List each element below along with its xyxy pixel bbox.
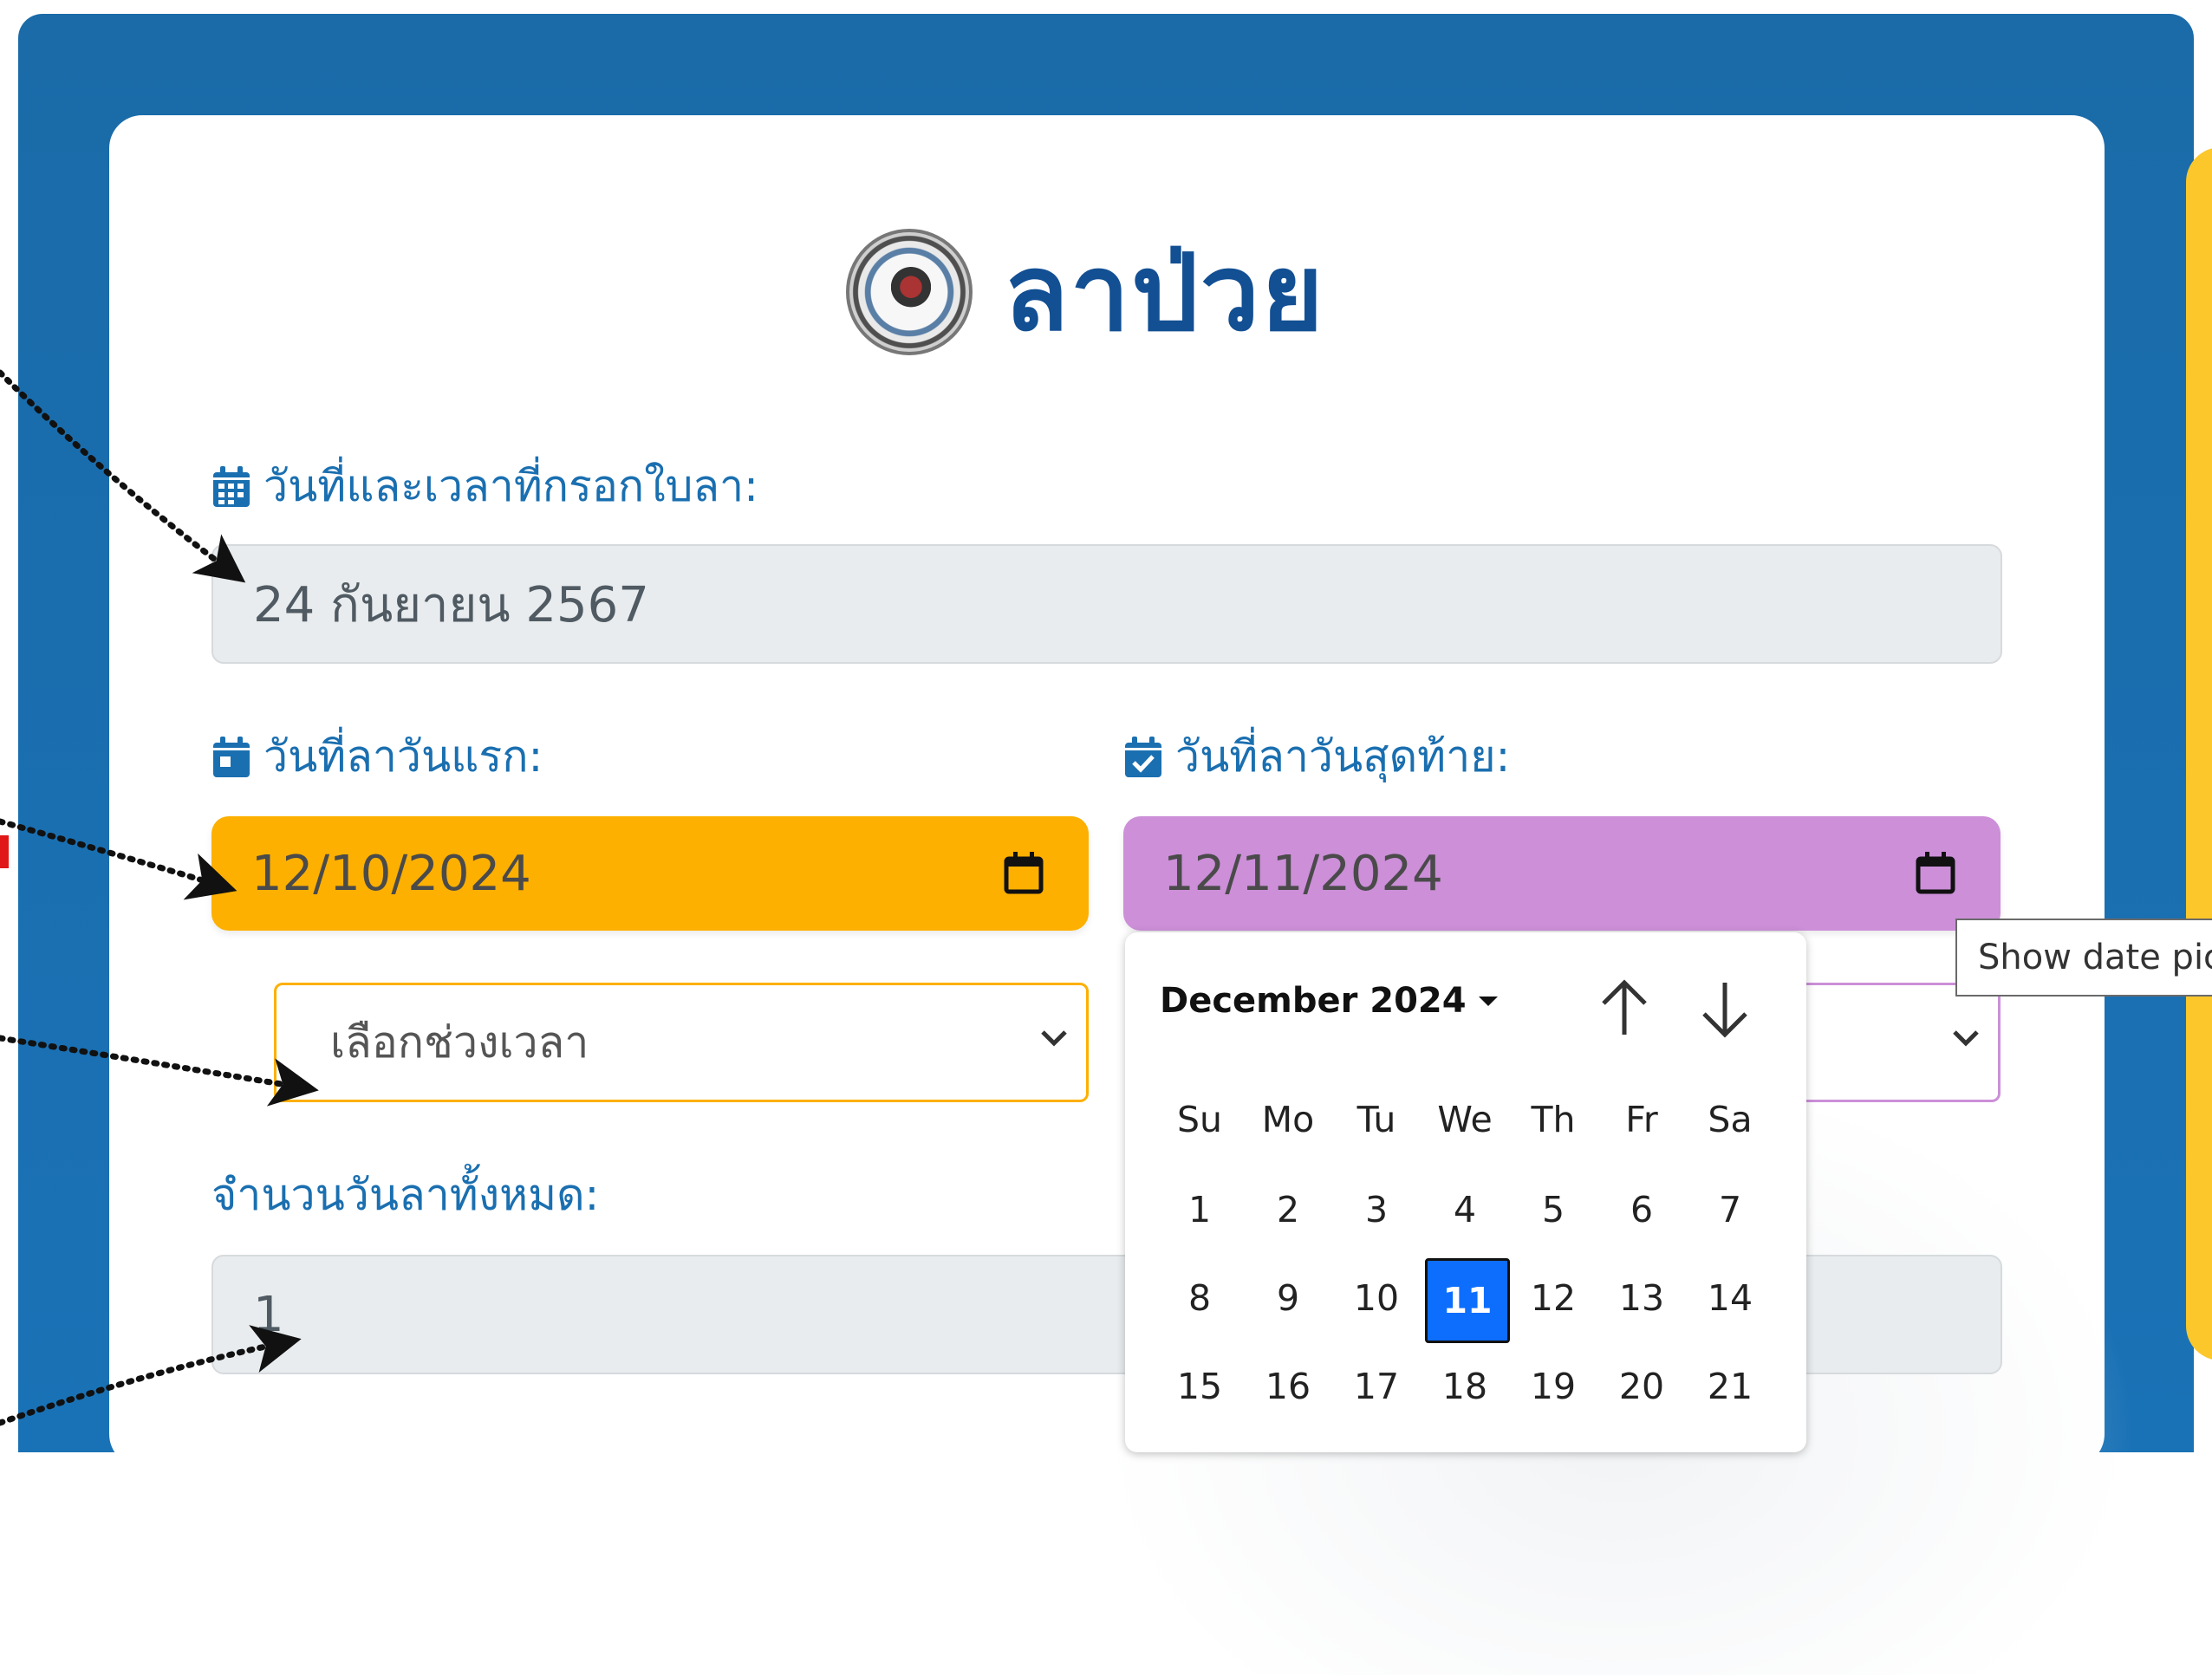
organization-seal-logo: [846, 229, 973, 355]
day-cell[interactable]: 9: [1248, 1258, 1328, 1338]
day-cell[interactable]: 4: [1425, 1170, 1505, 1250]
day-cell[interactable]: 14: [1690, 1258, 1770, 1338]
submit-date-label-text: วันที่และเวลาที่กรอกใบลา:: [263, 461, 758, 511]
end-date-label-text: วันที่ลาวันสุดท้าย:: [1175, 731, 1511, 782]
day-cell[interactable]: 13: [1602, 1258, 1682, 1338]
day-cell[interactable]: 3: [1337, 1170, 1416, 1250]
day-cell[interactable]: 15: [1160, 1347, 1239, 1426]
submit-date-value: 24 กันยายน 2567: [253, 576, 649, 633]
day-cell[interactable]: 7: [1690, 1170, 1770, 1250]
total-days-value: 1: [253, 1286, 284, 1343]
chevron-down-icon: [1953, 1030, 1979, 1047]
month-year-label: December 2024: [1160, 981, 1467, 1021]
start-date-input[interactable]: 12/10/2024: [211, 816, 1089, 931]
day-cell[interactable]: 16: [1248, 1347, 1328, 1426]
month-year-dropdown[interactable]: December 2024: [1160, 981, 1498, 1021]
day-cell-selected[interactable]: 11: [1425, 1258, 1510, 1343]
arrow-down-icon[interactable]: [1697, 977, 1753, 1040]
total-days-label: จำนวนวันลาทั้งหมด:: [211, 1161, 599, 1230]
start-time-period-placeholder: เลือกช่วงเวลา: [330, 1016, 589, 1068]
weekday-header: Mo: [1261, 1099, 1315, 1140]
start-date-label: วันที่ลาวันแรก:: [211, 723, 543, 791]
day-cell[interactable]: 18: [1425, 1347, 1505, 1426]
weekday-header: Sa: [1708, 1099, 1753, 1140]
submit-date-label: วันที่และเวลาที่กรอกใบลา:: [211, 452, 758, 521]
day-cell[interactable]: 1: [1160, 1170, 1239, 1250]
arrow-up-icon[interactable]: [1597, 977, 1652, 1040]
end-date-input[interactable]: 12/11/2024: [1123, 816, 2001, 931]
total-days-label-text: จำนวนวันลาทั้งหมด:: [211, 1170, 600, 1220]
annotation-red-mark: [0, 835, 9, 868]
calendar-icon: [213, 465, 250, 507]
show-date-picker-tooltip: Show date picker: [1955, 919, 2212, 997]
day-cell[interactable]: 19: [1513, 1347, 1593, 1426]
start-date-label-text: วันที่ลาวันแรก:: [263, 731, 543, 782]
day-cell[interactable]: 17: [1337, 1347, 1416, 1426]
form-header: ลาป่วย: [846, 227, 1325, 357]
day-cell[interactable]: 20: [1602, 1347, 1682, 1426]
date-picker-popup: December 2024 Su Mo Tu We Th Fr Sa 1 2 3…: [1125, 932, 1806, 1452]
start-date-value: 12/10/2024: [251, 845, 531, 902]
start-time-period-select[interactable]: เลือกช่วงเวลา: [274, 983, 1089, 1102]
end-date-label: วันที่ลาวันสุดท้าย:: [1123, 723, 1510, 791]
calendar-day-icon: [213, 736, 250, 777]
weekday-header: We: [1437, 1099, 1493, 1140]
side-panel-edge: [2186, 147, 2212, 1360]
tooltip-text: Show date picker: [1978, 938, 2212, 977]
weekday-header: Fr: [1625, 1099, 1658, 1140]
day-cell[interactable]: 6: [1602, 1170, 1682, 1250]
day-cell[interactable]: 8: [1160, 1258, 1239, 1338]
caret-down-icon: [1478, 996, 1498, 1006]
weekday-header: Th: [1531, 1099, 1576, 1140]
day-cell[interactable]: 5: [1513, 1170, 1593, 1250]
calendar-outline-icon[interactable]: [1004, 851, 1044, 894]
day-cell[interactable]: 2: [1248, 1170, 1328, 1250]
submit-date-field[interactable]: 24 กันยายน 2567: [211, 544, 2002, 664]
day-cell[interactable]: 21: [1690, 1347, 1770, 1426]
page-title: ลาป่วย: [1004, 231, 1325, 354]
weekday-header: Su: [1176, 1099, 1222, 1140]
weekday-header: Tu: [1356, 1099, 1396, 1140]
day-cell[interactable]: 12: [1513, 1258, 1593, 1338]
calendar-outline-icon[interactable]: [1916, 851, 1955, 894]
end-date-value: 12/11/2024: [1163, 845, 1443, 902]
chevron-down-icon: [1041, 1030, 1067, 1047]
day-cell[interactable]: 10: [1337, 1258, 1416, 1338]
calendar-check-icon: [1125, 736, 1161, 777]
